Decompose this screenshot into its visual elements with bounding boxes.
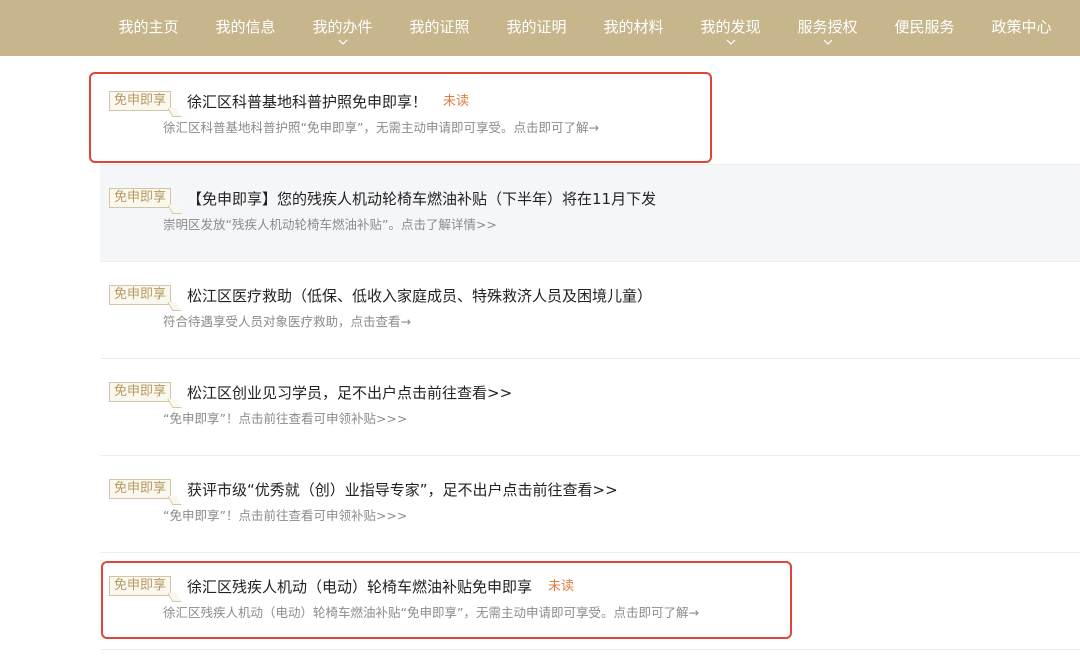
category-badge: 免申即享 bbox=[109, 479, 171, 499]
message-description[interactable]: “免申即享”！点击前往查看可申领补贴>>> bbox=[163, 411, 407, 427]
message-item[interactable]: 免申即享 徐汇区科普基地科普护照免申即享！ 未读 徐汇区科普基地科普护照“免申即… bbox=[100, 68, 1080, 165]
nav-item-my-materials[interactable]: 我的材料 bbox=[585, 0, 682, 35]
message-item[interactable]: 免申即享 获评市级“优秀就（创）业指导专家”，足不出户点击前往查看>> “免申即… bbox=[100, 456, 1080, 553]
message-title-row: 徐汇区残疾人机动（电动）轮椅车燃油补贴免申即享 未读 bbox=[187, 577, 574, 597]
nav-label: 我的办件 bbox=[312, 18, 373, 36]
chevron-down-icon bbox=[823, 39, 832, 45]
message-title[interactable]: 获评市级“优秀就（创）业指导专家”，足不出户点击前往查看>> bbox=[187, 480, 618, 500]
message-description[interactable]: 符合待遇享受人员对象医疗救助，点击查看→ bbox=[163, 314, 411, 330]
nav-label: 我的主页 bbox=[118, 18, 179, 36]
message-item[interactable]: 免申即享 徐汇区残疾人机动（电动）轮椅车燃油补贴免申即享 未读 徐汇区残疾人机动… bbox=[100, 553, 1080, 650]
nav-label: 便民服务 bbox=[894, 18, 955, 36]
nav-item-my-licenses[interactable]: 我的证照 bbox=[391, 0, 488, 35]
category-badge: 免申即享 bbox=[109, 285, 171, 305]
unread-tag: 未读 bbox=[443, 94, 470, 109]
message-title-row: 松江区医疗救助（低保、低收入家庭成员、特殊救济人员及困境儿童） bbox=[187, 286, 652, 306]
message-title[interactable]: 徐汇区科普基地科普护照免申即享！ bbox=[187, 92, 427, 112]
message-description[interactable]: 徐汇区科普基地科普护照“免申即享”，无需主动申请即可享受。点击即可了解→ bbox=[163, 120, 599, 136]
message-title-row: 获评市级“优秀就（创）业指导专家”，足不出户点击前往查看>> bbox=[187, 480, 618, 500]
message-title-row: 【免申即享】您的残疾人机动轮椅车燃油补贴（下半年）将在11月下发 bbox=[187, 189, 656, 209]
category-badge: 免申即享 bbox=[109, 188, 171, 208]
nav-item-my-certificates[interactable]: 我的证明 bbox=[488, 0, 585, 35]
message-item[interactable]: 免申即享 【免申即享】您的残疾人机动轮椅车燃油补贴（下半年）将在11月下发 崇明… bbox=[100, 165, 1080, 262]
message-title-row: 徐汇区科普基地科普护照免申即享！ 未读 bbox=[187, 92, 469, 112]
nav-item-policy-center[interactable]: 政策中心 bbox=[973, 0, 1070, 35]
nav-item-public-services[interactable]: 便民服务 bbox=[876, 0, 973, 35]
nav-label: 服务授权 bbox=[797, 18, 858, 36]
message-description[interactable]: 崇明区发放“残疾人机动轮椅车燃油补贴”。点击了解详情>> bbox=[163, 217, 497, 233]
nav-label: 我的证明 bbox=[506, 18, 567, 36]
category-badge: 免申即享 bbox=[109, 576, 171, 596]
nav-item-my-discover[interactable]: 我的发现 bbox=[682, 0, 779, 45]
nav-item-home[interactable]: 我的主页 bbox=[100, 0, 197, 35]
top-nav-bar: 我的主页 我的信息 我的办件 我的证照 我的证明 我的材料 我的发现 服务授权 … bbox=[0, 0, 1080, 56]
message-title[interactable]: 松江区创业见习学员，足不出户点击前往查看>> bbox=[187, 383, 512, 403]
message-list: 免申即享 徐汇区科普基地科普护照免申即享！ 未读 徐汇区科普基地科普护照“免申即… bbox=[100, 68, 1080, 650]
nav-label: 我的发现 bbox=[700, 18, 761, 36]
chevron-down-icon bbox=[726, 39, 735, 45]
nav-label: 我的证照 bbox=[409, 18, 470, 36]
message-title-row: 松江区创业见习学员，足不出户点击前往查看>> bbox=[187, 383, 512, 403]
category-badge: 免申即享 bbox=[109, 382, 171, 402]
nav-label: 政策中心 bbox=[991, 18, 1052, 36]
nav-item-my-info[interactable]: 我的信息 bbox=[197, 0, 294, 35]
nav-label: 我的信息 bbox=[215, 18, 276, 36]
chevron-down-icon bbox=[338, 39, 347, 45]
message-item[interactable]: 免申即享 松江区创业见习学员，足不出户点击前往查看>> “免申即享”！点击前往查… bbox=[100, 359, 1080, 456]
nav-item-service-auth[interactable]: 服务授权 bbox=[779, 0, 876, 45]
nav-label: 我的材料 bbox=[603, 18, 664, 36]
message-description[interactable]: “免申即享”！点击前往查看可申领补贴>>> bbox=[163, 508, 407, 524]
category-badge: 免申即享 bbox=[109, 91, 171, 111]
message-title[interactable]: 【免申即享】您的残疾人机动轮椅车燃油补贴（下半年）将在11月下发 bbox=[187, 189, 656, 209]
nav-item-my-cases[interactable]: 我的办件 bbox=[294, 0, 391, 45]
message-title[interactable]: 松江区医疗救助（低保、低收入家庭成员、特殊救济人员及困境儿童） bbox=[187, 286, 652, 306]
message-description[interactable]: 徐汇区残疾人机动（电动）轮椅车燃油补贴“免申即享”，无需主动申请即可享受。点击即… bbox=[163, 605, 699, 621]
message-item[interactable]: 免申即享 松江区医疗救助（低保、低收入家庭成员、特殊救济人员及困境儿童） 符合待… bbox=[100, 262, 1080, 359]
message-title[interactable]: 徐汇区残疾人机动（电动）轮椅车燃油补贴免申即享 bbox=[187, 577, 532, 597]
unread-tag: 未读 bbox=[548, 579, 575, 594]
